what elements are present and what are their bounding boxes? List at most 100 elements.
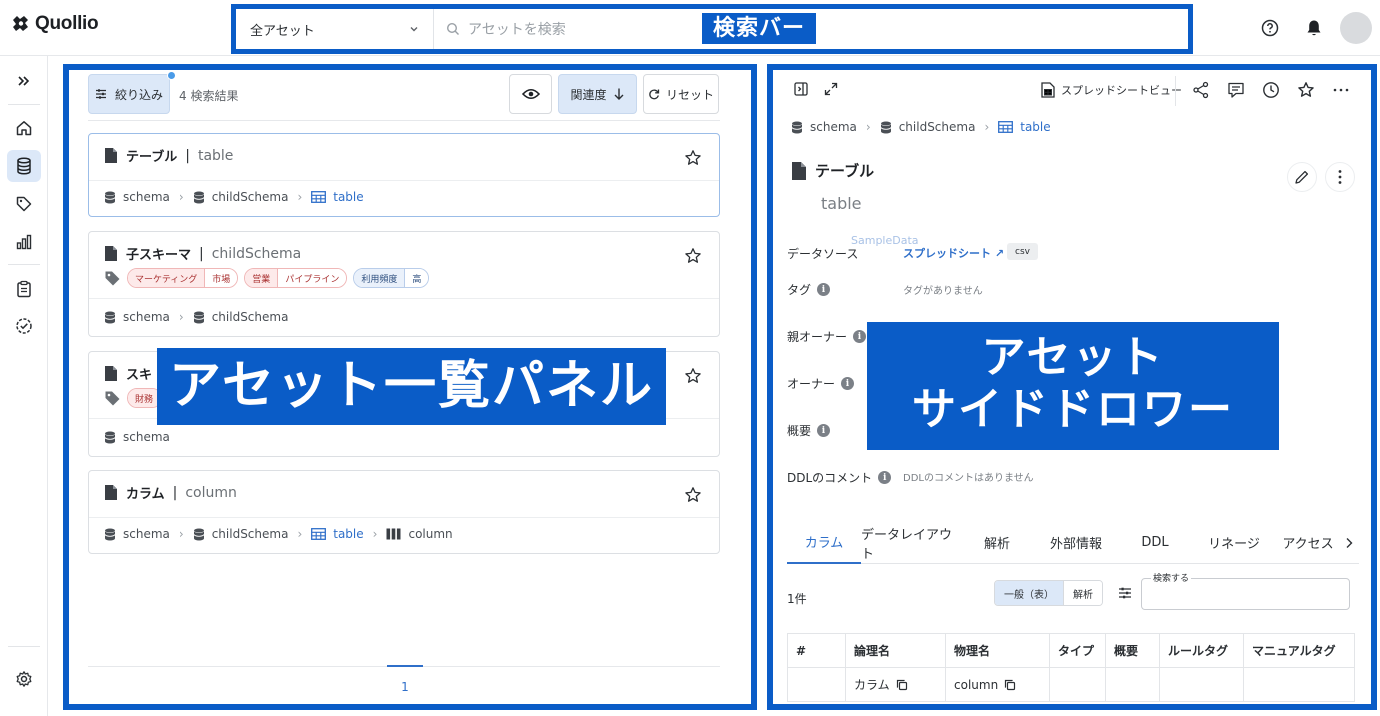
sort-relevance-button[interactable]: 関連度: [558, 74, 637, 114]
favorite-button[interactable]: [679, 242, 707, 270]
column-filter-button[interactable]: [1115, 583, 1135, 603]
info-icon[interactable]: i: [878, 471, 892, 484]
col-header-index[interactable]: #: [787, 633, 846, 668]
pagination-page[interactable]: 1: [387, 680, 423, 694]
table-icon: [311, 528, 327, 540]
tag-chip[interactable]: マーケティング 市場: [127, 268, 239, 288]
asset-card[interactable]: テーブル | table schema › childSchema › tabl…: [88, 133, 720, 217]
toggle-visibility-button[interactable]: [509, 74, 552, 114]
user-avatar[interactable]: [1340, 12, 1372, 44]
nav-quality[interactable]: [7, 310, 41, 342]
nav-tasks[interactable]: [7, 273, 41, 305]
tab-ddl[interactable]: DDL: [1119, 522, 1191, 564]
search-scope-select[interactable]: 全アセット: [236, 9, 434, 49]
copy-icon[interactable]: [896, 679, 908, 691]
path-schema[interactable]: schema: [123, 430, 170, 444]
tab-analysis[interactable]: 解析: [961, 522, 1033, 564]
more-actions-button[interactable]: [1325, 162, 1355, 192]
view-toggle-general[interactable]: 一般（表）: [995, 581, 1064, 605]
path-child-schema[interactable]: childSchema: [212, 190, 289, 204]
copy-icon[interactable]: [1004, 679, 1016, 691]
view-toggle-analysis[interactable]: 解析: [1064, 581, 1102, 605]
tag-chip[interactable]: 営業 パイプライン: [244, 268, 348, 288]
path-table[interactable]: table: [333, 190, 363, 204]
arrow-down-icon: [614, 88, 623, 100]
more-options-button[interactable]: [1327, 76, 1355, 104]
favorite-button[interactable]: [679, 144, 707, 172]
path-column[interactable]: column: [408, 527, 452, 541]
reset-button[interactable]: リセット: [643, 74, 719, 114]
cell-physical-text: column: [954, 677, 999, 692]
dock-panel-button[interactable]: [787, 75, 815, 103]
path-schema[interactable]: schema: [123, 527, 170, 541]
nav-analytics[interactable]: [7, 226, 41, 258]
asset-card[interactable]: 子スキーマ | childSchema マーケティング 市場 営業 パイプライン 利…: [88, 231, 720, 337]
breadcrumb-child-schema[interactable]: childSchema: [899, 120, 976, 134]
asset-physical-name: table: [197, 147, 234, 164]
rail-divider: [8, 104, 40, 105]
asset-path: schema › childSchema: [104, 310, 288, 324]
col-header-rule-tag[interactable]: ルールタグ: [1159, 633, 1244, 668]
sort-label: 関連度: [570, 87, 607, 102]
history-button[interactable]: [1257, 76, 1285, 104]
favorite-button[interactable]: [679, 481, 707, 509]
expand-drawer-button[interactable]: [817, 75, 845, 103]
document-icon: [105, 246, 117, 261]
path-schema[interactable]: schema: [123, 310, 170, 324]
tab-external-info[interactable]: 外部情報: [1033, 522, 1119, 564]
path-schema[interactable]: schema: [123, 190, 170, 204]
asset-card-title: テーブル | table: [104, 146, 233, 165]
database-icon: [193, 191, 205, 203]
col-header-type[interactable]: タイプ: [1049, 633, 1106, 668]
nav-settings[interactable]: [7, 663, 41, 695]
toolbar-divider: [1175, 76, 1176, 106]
tabs-scroll-right[interactable]: [1339, 522, 1359, 564]
path-child-schema[interactable]: childSchema: [212, 310, 289, 324]
tag-chip[interactable]: 利用頻度高: [353, 268, 430, 288]
quollio-logo[interactable]: Quollio: [10, 13, 99, 35]
filter-button[interactable]: 絞り込み: [88, 74, 170, 114]
cell-index: [787, 667, 846, 702]
tab-access[interactable]: アクセス: [1277, 522, 1339, 564]
annotation-line-1: アセット: [981, 332, 1165, 383]
col-header-summary[interactable]: 概要: [1105, 633, 1160, 668]
share-button[interactable]: [1187, 76, 1215, 104]
col-header-logical[interactable]: 論理名: [845, 633, 946, 668]
chevron-right-icon: ›: [984, 120, 990, 134]
breadcrumb-table[interactable]: table: [1020, 120, 1050, 134]
notifications-button[interactable]: [1299, 14, 1329, 42]
nav-assets[interactable]: [7, 150, 41, 182]
comment-button[interactable]: [1222, 76, 1250, 104]
asset-card[interactable]: カラム | column schema › childSchema › tabl…: [88, 470, 720, 554]
chevron-right-icon: ›: [178, 190, 184, 204]
result-count: 4 検索結果: [179, 89, 239, 103]
info-icon[interactable]: i: [817, 283, 831, 296]
database-icon: [104, 431, 116, 443]
document-icon: [105, 366, 117, 381]
info-icon[interactable]: i: [841, 377, 855, 390]
tab-lineage[interactable]: リネージ: [1191, 522, 1277, 564]
datasource-link[interactable]: スプレッドシート ↗: [903, 245, 1004, 261]
cell-logical: カラム: [845, 667, 946, 702]
document-icon: [792, 161, 806, 180]
col-header-physical[interactable]: 物理名: [945, 633, 1050, 668]
favorite-button[interactable]: [679, 362, 707, 390]
nav-home[interactable]: [7, 112, 41, 144]
info-icon[interactable]: i: [817, 424, 831, 437]
nav-tags[interactable]: [7, 188, 41, 220]
edit-button[interactable]: [1287, 162, 1317, 192]
double-chevron-right-icon: [18, 76, 30, 86]
info-icon[interactable]: i: [853, 330, 867, 343]
table-row[interactable]: カラム column: [787, 667, 1355, 702]
tab-columns[interactable]: カラム: [787, 522, 861, 564]
help-button[interactable]: [1255, 14, 1285, 42]
asset-title-text: テーブル: [815, 162, 875, 180]
col-header-manual-tag[interactable]: マニュアルタグ: [1243, 633, 1355, 668]
path-table[interactable]: table: [333, 527, 363, 541]
breadcrumb-schema[interactable]: schema: [810, 120, 857, 134]
path-child-schema[interactable]: childSchema: [212, 527, 289, 541]
spreadsheet-view-button[interactable]: スプレッドシートビュー: [1041, 76, 1182, 104]
tab-data-layout[interactable]: データレイアウト: [861, 522, 961, 564]
favorite-button[interactable]: [1292, 76, 1320, 104]
expand-nav-button[interactable]: [7, 65, 41, 97]
